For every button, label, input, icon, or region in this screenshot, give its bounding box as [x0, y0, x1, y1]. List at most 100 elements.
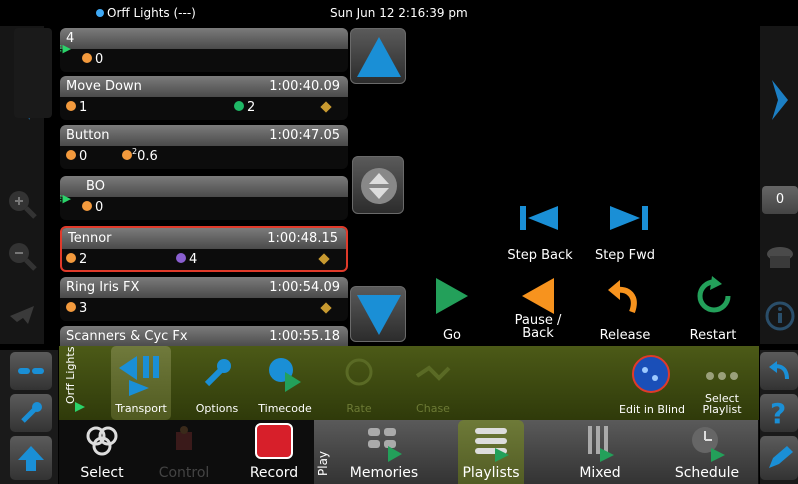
scroll-center-button[interactable] — [352, 156, 404, 214]
record-button[interactable]: Record — [239, 420, 309, 484]
select-playlist-button[interactable]: Select Playlist — [689, 346, 755, 420]
select-circles-icon — [86, 426, 118, 456]
cue-row[interactable]: BO 0 — [60, 176, 348, 220]
tab-schedule[interactable]: Schedule — [664, 420, 750, 484]
zoom-in-icon — [9, 191, 37, 219]
cupcake-button[interactable] — [762, 240, 798, 276]
clock-icon — [66, 150, 76, 160]
play-icon — [436, 278, 468, 314]
step-fwd-button[interactable] — [604, 202, 654, 237]
step-back-icon — [520, 206, 558, 230]
wand-icon — [320, 302, 332, 314]
blind-icon — [632, 355, 670, 393]
control-icon — [176, 426, 192, 450]
cue-item-value: 0 — [79, 149, 88, 164]
release-button[interactable] — [604, 276, 644, 319]
undo-button[interactable] — [760, 352, 798, 390]
play-section: Play Memories Playlists Mixed Schedule — [314, 420, 758, 484]
back-triangle-icon — [522, 278, 554, 314]
home-button[interactable] — [10, 436, 52, 480]
cue-item-value: 3 — [79, 301, 88, 316]
purple-dot-icon — [176, 253, 186, 263]
record-label: Record — [249, 465, 299, 481]
restart-icon — [697, 276, 731, 313]
chevron-right-icon — [772, 80, 788, 120]
select-playlist-label: Select Playlist — [702, 392, 742, 416]
section-label-text: Orff Lights — [64, 346, 77, 404]
edit-in-blind-label: Edit in Blind — [619, 403, 685, 416]
cupcake-icon — [767, 247, 793, 268]
cue-item-value: 2 — [247, 100, 256, 115]
question-icon: ? — [770, 398, 786, 428]
tab-chase[interactable]: Chase — [403, 346, 463, 420]
link-icon — [18, 368, 44, 374]
clock-icon — [66, 302, 76, 312]
wrench-icon — [21, 402, 42, 423]
control-button[interactable]: Control — [149, 420, 219, 484]
clock-icon — [82, 53, 92, 63]
tab-timecode[interactable]: Timecode — [255, 346, 315, 420]
cue-name: Tennor — [68, 231, 112, 246]
green-dot-icon — [234, 101, 244, 111]
tab-options[interactable]: Options — [187, 346, 247, 420]
cue-name: Button — [66, 128, 110, 143]
zoom-out-button[interactable] — [4, 240, 40, 272]
step-back-button[interactable] — [514, 202, 564, 237]
cue-item-superscript: 2 — [132, 147, 138, 156]
info-button[interactable] — [762, 296, 798, 336]
tools-button[interactable] — [10, 394, 52, 432]
step-fwd-icon — [610, 206, 648, 230]
edit-in-blind-button[interactable]: Edit in Blind — [619, 346, 685, 420]
cue-row[interactable]: 4 0 — [60, 28, 348, 72]
tab-mixed[interactable]: Mixed — [560, 420, 640, 484]
record-icon — [255, 423, 293, 459]
tab-label: Options — [195, 402, 239, 415]
wrench-icon — [204, 359, 231, 387]
info-icon — [765, 301, 795, 331]
play-label-text: Play — [316, 450, 330, 476]
undo-icon — [769, 361, 789, 380]
select-button[interactable]: Select — [67, 420, 137, 484]
tab-rate[interactable]: Rate — [329, 346, 389, 420]
svg-text:?: ? — [770, 398, 786, 428]
tab-label: Mixed — [579, 465, 621, 481]
tab-label: Memories — [349, 465, 419, 481]
tab-playlists[interactable]: Playlists — [458, 420, 524, 484]
cue-name: Move Down — [66, 79, 142, 94]
cue-row-selected[interactable]: Tennor 1:00:48.15 2 4 — [60, 226, 348, 272]
chase-icon — [415, 365, 451, 381]
restart-button[interactable] — [694, 276, 734, 319]
zoom-in-button[interactable] — [4, 188, 40, 220]
cue-name: BO — [86, 179, 105, 194]
scroll-down-button[interactable] — [350, 286, 406, 342]
tab-memories[interactable]: Memories — [344, 420, 424, 484]
airplane-icon — [10, 306, 34, 324]
play-section-label: Play — [316, 424, 330, 482]
cue-row[interactable]: Scanners & Cyc Fx 1:00:55.18 — [60, 326, 348, 346]
cue-row[interactable]: Button 1:00:47.05 0 2 0.6 — [60, 125, 348, 169]
wand-icon — [320, 101, 332, 113]
cue-row[interactable]: Ring Iris FX 1:00:54.09 3 — [60, 277, 348, 321]
clock-icon — [66, 253, 76, 263]
release-icon — [608, 280, 637, 314]
cue-item-value: 0 — [95, 52, 104, 67]
cue-name: Scanners & Cyc Fx — [66, 329, 188, 344]
edit-button[interactable] — [760, 436, 798, 480]
airplane-button[interactable] — [4, 296, 40, 332]
tab-transport[interactable]: Transport — [111, 346, 171, 420]
link-button[interactable] — [10, 352, 52, 390]
zoom-out-icon — [9, 243, 37, 271]
clock-icon — [66, 101, 76, 111]
bottom-bar: Select Control Record Play Memories Play… — [59, 420, 759, 484]
play-small-icon — [73, 400, 87, 417]
scroll-up-button[interactable] — [350, 28, 406, 84]
memories-icon — [368, 428, 402, 462]
clock-icon — [82, 201, 92, 211]
network-icon — [96, 9, 104, 17]
help-button[interactable]: ? — [760, 394, 798, 432]
next-page-button[interactable] — [762, 70, 798, 130]
cue-row[interactable]: Move Down 1:00:40.09 1 2 — [60, 76, 348, 120]
clock: Sun Jun 12 2:16:39 pm — [330, 6, 468, 20]
go-button[interactable] — [432, 276, 472, 319]
show-title-text: Orff Lights (---) — [107, 6, 196, 20]
